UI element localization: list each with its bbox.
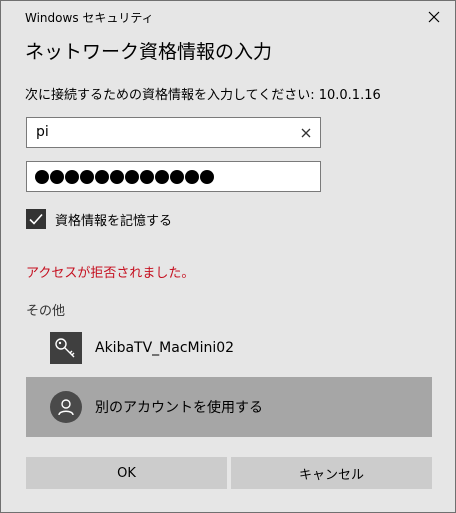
remember-credentials-checkbox[interactable]: [26, 209, 46, 229]
checkmark-icon: [29, 213, 43, 225]
password-dot: [170, 170, 184, 184]
password-dot: [185, 170, 199, 184]
dialog-heading: ネットワーク資格情報の入力: [25, 41, 273, 63]
clear-username-button[interactable]: [298, 125, 314, 141]
cancel-button[interactable]: キャンセル: [231, 457, 432, 489]
username-field[interactable]: pi: [26, 117, 321, 148]
password-dot: [125, 170, 139, 184]
password-dot: [110, 170, 124, 184]
close-icon: [428, 11, 440, 23]
username-value: pi: [36, 124, 49, 140]
error-message: アクセスが拒否されました。: [26, 266, 195, 281]
saved-account-label: AkibaTV_MacMini02: [95, 340, 235, 356]
password-mask: [35, 170, 214, 184]
password-field[interactable]: [26, 161, 321, 192]
remember-credentials-label: 資格情報を記憶する: [55, 213, 173, 229]
window-title: Windows セキュリティ: [25, 11, 154, 25]
person-icon: [50, 391, 82, 423]
close-button[interactable]: [423, 7, 445, 27]
use-other-account-label: 別のアカウントを使用する: [95, 400, 263, 416]
password-dot: [155, 170, 169, 184]
remember-credentials-row: 資格情報を記憶する: [26, 209, 172, 229]
ok-button[interactable]: OK: [26, 457, 227, 489]
password-dot: [80, 170, 94, 184]
password-dot: [50, 170, 64, 184]
other-section-label: その他: [26, 304, 66, 319]
key-icon: [50, 332, 82, 364]
clear-icon: [301, 128, 311, 138]
password-dot: [200, 170, 214, 184]
password-dot: [65, 170, 79, 184]
password-dot: [140, 170, 154, 184]
prompt-text: 次に接続するための資格情報を入力してください: 10.0.1.16: [25, 88, 381, 103]
use-other-account-option[interactable]: 別のアカウントを使用する: [26, 377, 432, 437]
password-dot: [35, 170, 49, 184]
credentials-dialog: Windows セキュリティ ネットワーク資格情報の入力 次に接続するための資格…: [0, 0, 456, 513]
password-dot: [95, 170, 109, 184]
saved-account-option[interactable]: AkibaTV_MacMini02: [26, 328, 432, 368]
